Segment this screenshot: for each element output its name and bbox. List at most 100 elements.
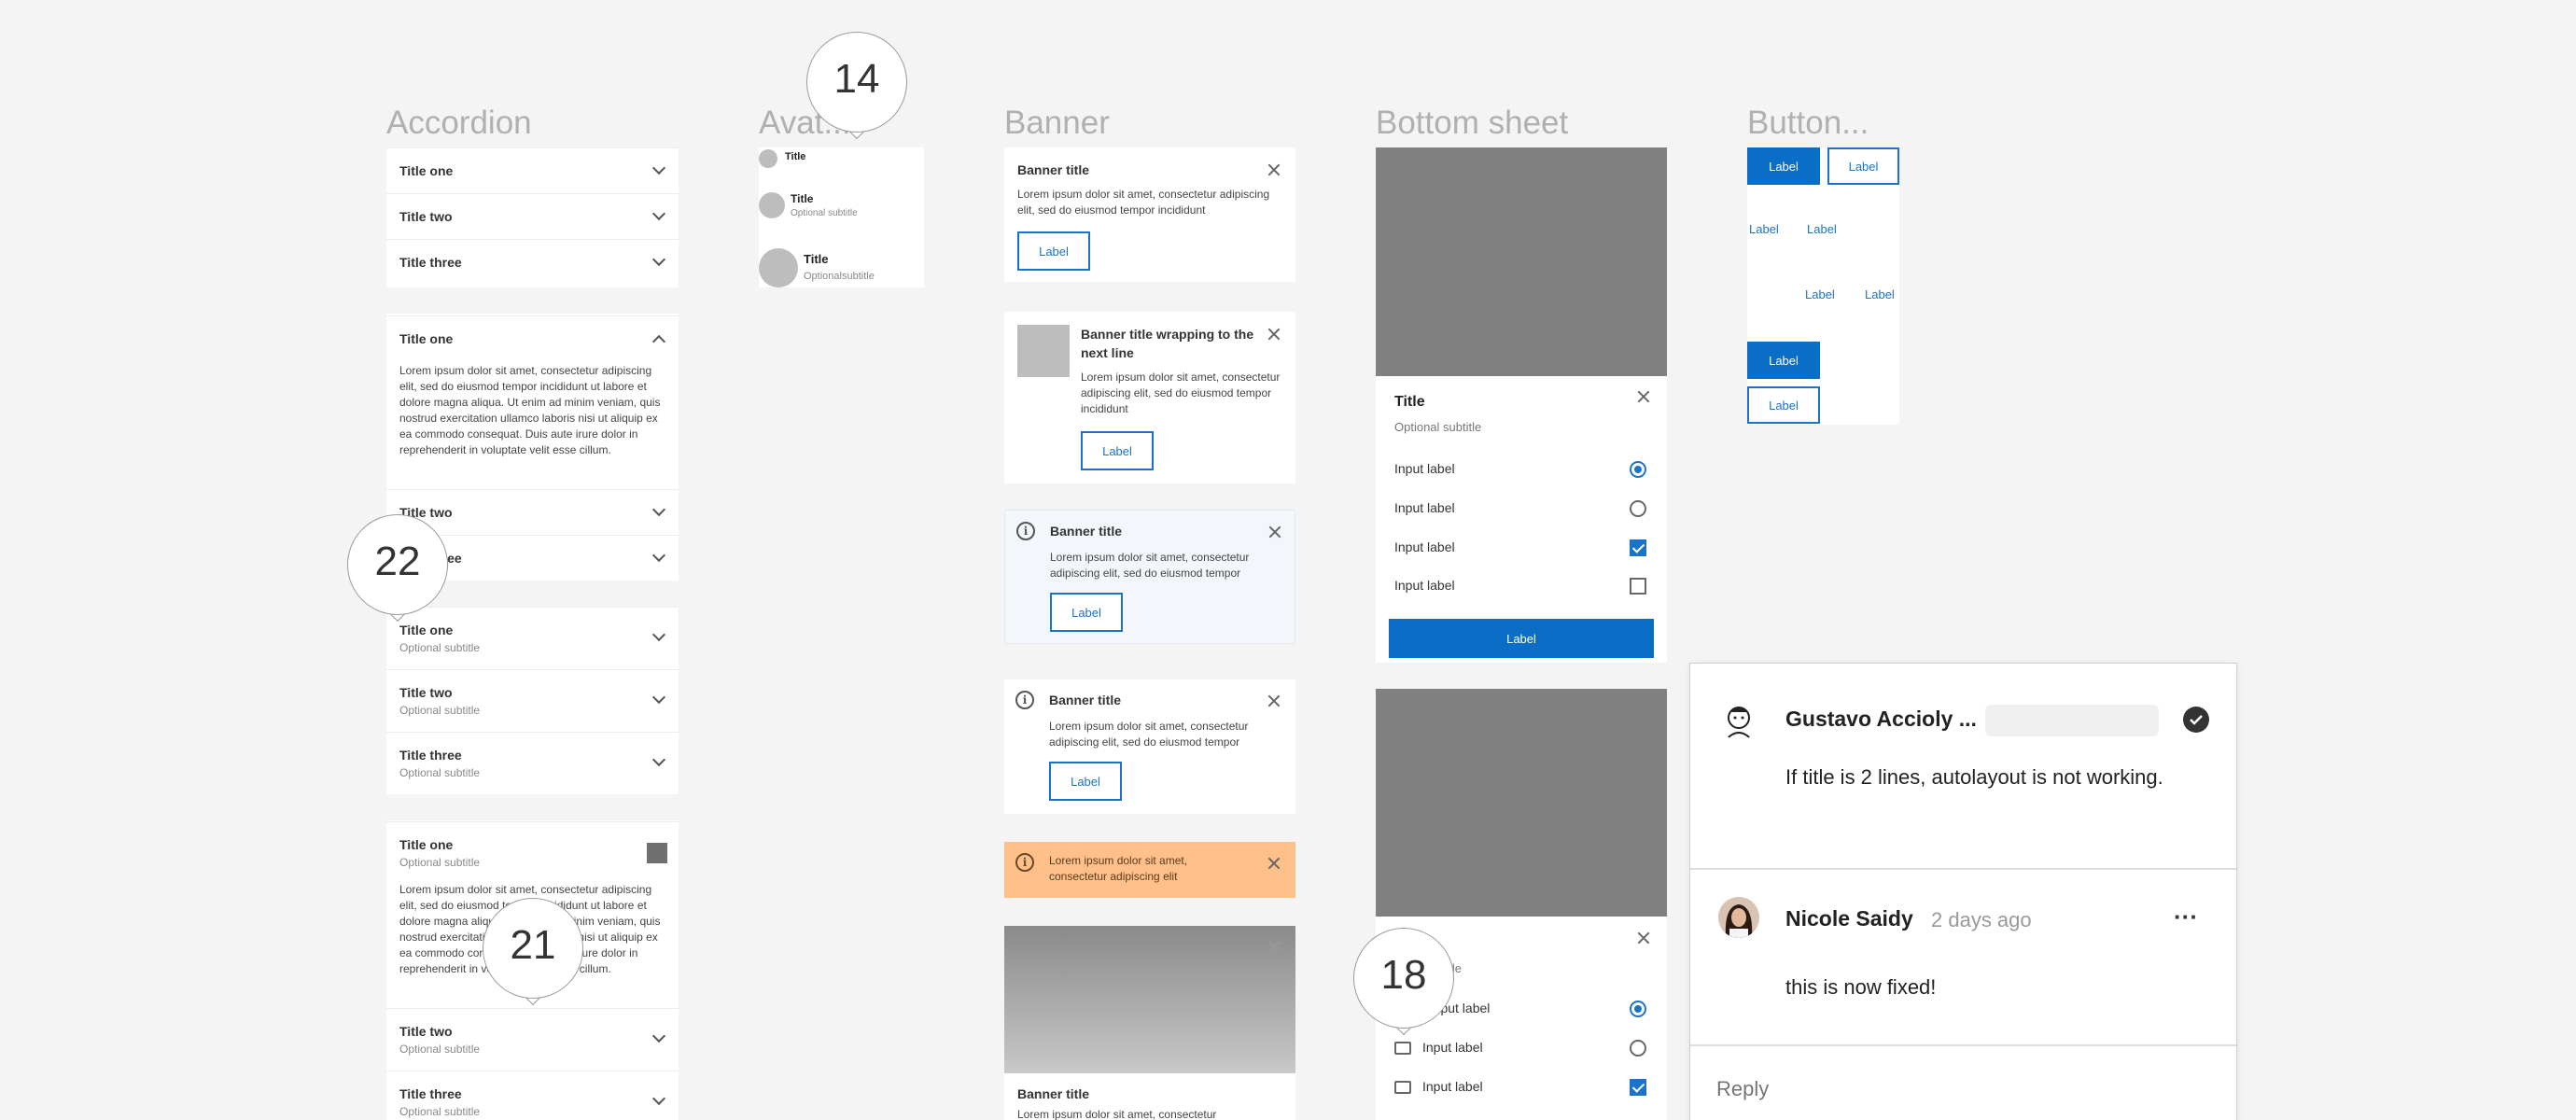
banner-image	[1004, 926, 1295, 1073]
avatar-list-item[interactable]: Title Optional subtitle	[759, 192, 924, 230]
banner-text: Lorem ipsum dolor sit amet, consectetur …	[1017, 188, 1270, 217]
accordion-item-title: Title two	[399, 1024, 453, 1039]
close-icon[interactable]	[1267, 694, 1281, 707]
separator	[386, 287, 679, 314]
accordion-item[interactable]: Title one Optional subtitle	[386, 607, 679, 669]
checkbox-checked[interactable]	[1630, 539, 1646, 556]
banner-text: Lorem ipsum dolor sit amet, consectetur …	[1049, 854, 1188, 883]
banner-text: Lorem ipsum dolor sit amet, consectetur …	[1050, 551, 1250, 580]
more-options-icon[interactable]: ···	[2174, 903, 2198, 931]
banner-info: i Banner title Lorem ipsum dolor sit ame…	[1004, 510, 1295, 644]
accordion-item-subtitle: Optional subtitle	[399, 1105, 481, 1118]
accordion-item-body: Lorem ipsum dolor sit amet, consectetur …	[399, 364, 661, 456]
chevron-down-icon	[651, 1091, 666, 1106]
close-icon[interactable]	[1637, 931, 1650, 945]
accordion-item[interactable]: Title three Optional subtitle	[386, 1071, 679, 1120]
option-label: Input label	[1422, 1079, 1483, 1094]
banner-title: Banner title wrapping to the next line	[1081, 327, 1254, 360]
accordion-item[interactable]: Title three	[386, 239, 679, 285]
divider	[1690, 868, 2236, 870]
chevron-down-icon	[651, 502, 666, 517]
radio-selected[interactable]	[1630, 1001, 1646, 1017]
chevron-down-icon	[651, 252, 666, 267]
option-label: Input label	[1394, 500, 1455, 515]
redacted-field	[1985, 705, 2159, 736]
accordion-item[interactable]: Title two Optional subtitle	[386, 669, 679, 732]
avatar-subtitle: Optionalsubtitle	[804, 271, 875, 282]
link-button[interactable]: Label	[1805, 287, 1835, 301]
sheet-title: Title	[1394, 394, 1425, 410]
accordion-item[interactable]: Title two	[386, 193, 679, 239]
close-icon[interactable]	[1267, 941, 1281, 954]
pin-number: 22	[374, 539, 421, 584]
sheet-subtitle: Optional subtitle	[1394, 420, 1482, 434]
avatar-list-item[interactable]: Title Optionalsubtitle	[759, 248, 924, 287]
link-button[interactable]: Label	[1749, 222, 1779, 236]
option-label: Input label	[1394, 578, 1455, 593]
banner-text: Lorem ipsum dolor sit amet, consectetur	[1017, 1108, 1217, 1120]
accordion-item[interactable]: Title one	[386, 147, 679, 193]
banner-action-button[interactable]: Label	[1017, 231, 1090, 271]
close-icon[interactable]	[1267, 857, 1281, 870]
close-icon[interactable]	[1267, 328, 1281, 341]
accordion-item-title: Title one	[399, 837, 454, 852]
chevron-down-icon	[651, 627, 666, 642]
comment-pin[interactable]: 18	[1353, 928, 1454, 1036]
filled-button[interactable]: Label	[1747, 147, 1820, 185]
accordion-item-subtitle: Optional subtitle	[399, 1043, 481, 1056]
checkbox-checked[interactable]	[1630, 1079, 1646, 1096]
radio[interactable]	[1630, 500, 1646, 517]
close-icon[interactable]	[1268, 525, 1281, 539]
button-frame: Label Label Label Label Label Label Labe…	[1747, 147, 1899, 425]
resolve-check-icon[interactable]	[2183, 707, 2209, 733]
link-button[interactable]: Label	[1865, 287, 1895, 301]
close-icon[interactable]	[1637, 390, 1650, 403]
separator	[386, 794, 679, 820]
banner-text: Lorem ipsum dolor sit amet, consectetur …	[1049, 720, 1249, 749]
banner-warning: i Lorem ipsum dolor sit amet, consectetu…	[1004, 842, 1295, 898]
chevron-down-icon	[651, 206, 666, 221]
banner-text: Lorem ipsum dolor sit amet, consectetur …	[1081, 371, 1281, 415]
banner-info: i Banner title Lorem ipsum dolor sit ame…	[1004, 679, 1295, 814]
comment-text: this is now fixed!	[1785, 975, 1937, 999]
comment-pin[interactable]: 21	[483, 898, 583, 1006]
accordion-item[interactable]: Title three Optional subtitle	[386, 732, 679, 794]
outline-button[interactable]: Label	[1747, 386, 1820, 424]
avatar-list-item[interactable]: Title	[759, 147, 924, 175]
button-column-title: Button...	[1747, 105, 1869, 141]
accordion-item[interactable]: Title two Optional subtitle	[386, 1008, 679, 1071]
scrim	[1376, 147, 1667, 376]
banner-action-button[interactable]: Label	[1049, 762, 1122, 801]
info-icon: i	[1015, 853, 1034, 872]
avatar	[759, 192, 785, 218]
pin-number: 14	[833, 56, 880, 102]
banner-title: Banner title	[1049, 693, 1122, 707]
bottom-sheet-frame: Title Optional subtitle Input label Inpu…	[1376, 147, 1667, 663]
checkbox[interactable]	[1630, 578, 1646, 595]
radio-selected[interactable]	[1630, 461, 1646, 478]
accordion-item-expanded[interactable]: Title one Lorem ipsum dolor sit amet, co…	[386, 315, 679, 489]
banner-image-card: Banner title Lorem ipsum dolor sit amet,…	[1004, 926, 1295, 1120]
close-icon[interactable]	[1267, 163, 1281, 176]
reply-input[interactable]	[1716, 1072, 2202, 1106]
chevron-up-icon	[651, 334, 666, 349]
banner-action-button[interactable]: Label	[1081, 431, 1154, 470]
radio[interactable]	[1630, 1040, 1646, 1057]
briefcase-icon	[1394, 1042, 1411, 1055]
filled-button[interactable]: Label	[1747, 342, 1820, 379]
comment-pin[interactable]: 14	[806, 32, 907, 140]
banner: Banner title Lorem ipsum dolor sit amet,…	[1004, 147, 1295, 282]
link-button[interactable]: Label	[1807, 222, 1837, 236]
outline-button[interactable]: Label	[1827, 147, 1899, 185]
banner-title: Banner title	[1017, 1086, 1090, 1101]
avatar	[1718, 897, 1759, 938]
sheet-action-button[interactable]: Label	[1389, 619, 1654, 658]
chevron-down-icon	[651, 548, 666, 563]
comment-author: Gustavo Accioly ...	[1785, 707, 1977, 731]
square-icon	[647, 843, 667, 863]
comment-pin[interactable]: 22	[347, 514, 448, 623]
accordion-item-title: Title three	[399, 1086, 462, 1101]
banner-action-button[interactable]: Label	[1050, 593, 1123, 632]
avatar-frame: Title Title Optional subtitle Title Opti…	[759, 147, 924, 287]
accordion-column-title: Accordion	[386, 105, 532, 141]
